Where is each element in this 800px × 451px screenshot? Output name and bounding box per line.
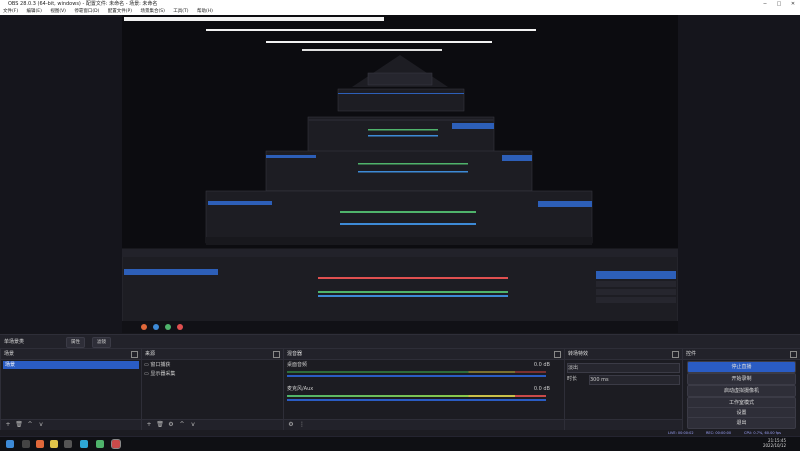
system-clock[interactable]: 21:15:45 2022/10/12 bbox=[763, 438, 786, 448]
taskbar: 21:15:45 2022/10/12 bbox=[0, 436, 800, 451]
float-icon[interactable] bbox=[554, 351, 561, 358]
channel-name: 麦克风/Aux bbox=[287, 386, 314, 392]
scene-item[interactable]: 场景 bbox=[3, 361, 139, 369]
down-icon[interactable]: v bbox=[189, 421, 197, 429]
obs-icon[interactable] bbox=[111, 439, 121, 449]
properties-button[interactable]: 属性 bbox=[66, 337, 85, 348]
close-icon[interactable]: ✕ bbox=[786, 0, 800, 8]
scene-toolbar: 单场景类 属性 滤镜 bbox=[0, 334, 800, 348]
browser-icon[interactable] bbox=[80, 440, 88, 448]
transitions-dock: 转场特效 淡出 时长 300 ms bbox=[564, 348, 683, 432]
transitions-title: 转场特效 bbox=[568, 351, 589, 357]
duration-label: 时长 bbox=[567, 376, 578, 382]
filters-button[interactable]: 滤镜 bbox=[92, 337, 111, 348]
sources-title: 来源 bbox=[145, 351, 156, 357]
audio-meter bbox=[287, 395, 546, 397]
app-icon[interactable] bbox=[64, 440, 72, 448]
windows-start-icon[interactable] bbox=[6, 440, 14, 448]
menu-help[interactable]: 帮助(H) bbox=[197, 9, 213, 14]
float-icon[interactable] bbox=[131, 351, 138, 358]
menu-edit[interactable]: 编辑(E) bbox=[27, 9, 42, 14]
firefox-icon[interactable] bbox=[36, 440, 44, 448]
sources-dock: 来源 ▭ 窗口捕获 ▭ 显示器采集 + 🗑 ⚙ ^ v bbox=[141, 348, 284, 432]
scenes-dock: 场景 场景 + 🗑 ^ v bbox=[0, 348, 142, 432]
remove-icon[interactable]: 🗑 bbox=[156, 421, 164, 429]
menu-bar: 文件(F) 编辑(E) 视图(V) 停靠窗口(D) 配置文件(P) 场景集合(S… bbox=[0, 8, 800, 15]
channel-db: 0.0 dB bbox=[533, 386, 550, 392]
float-icon[interactable] bbox=[672, 351, 679, 358]
preview-canvas[interactable] bbox=[122, 15, 678, 333]
down-icon[interactable]: v bbox=[37, 421, 45, 429]
duration-input[interactable]: 300 ms bbox=[589, 375, 680, 385]
transition-select[interactable]: 淡出 bbox=[567, 363, 680, 373]
scenes-dock-header: 场景 bbox=[1, 349, 141, 360]
controls-dock-header: 控件 bbox=[683, 349, 800, 360]
sources-dock-header: 来源 bbox=[142, 349, 283, 360]
minimize-icon[interactable]: ─ bbox=[758, 0, 772, 8]
search-icon[interactable] bbox=[22, 440, 30, 448]
scenes-title: 场景 bbox=[4, 351, 15, 357]
mixer-title: 混音器 bbox=[287, 351, 303, 357]
volume-slider[interactable] bbox=[287, 399, 546, 401]
more-icon[interactable]: ⋮ bbox=[298, 421, 306, 429]
start-recording-button[interactable]: 开始录制 bbox=[687, 373, 796, 385]
up-icon[interactable]: ^ bbox=[26, 421, 34, 429]
menu-tools[interactable]: 工具(T) bbox=[173, 9, 188, 14]
channel-name: 桌面音频 bbox=[287, 362, 308, 368]
stop-streaming-button[interactable]: 停止直播 bbox=[687, 361, 796, 373]
remove-icon[interactable]: 🗑 bbox=[15, 421, 23, 429]
controls-dock: 控件 停止直播 开始录制 启动虚拟摄像机 工作室模式 设置 退出 bbox=[682, 348, 800, 432]
add-icon[interactable]: + bbox=[4, 421, 12, 429]
gear-icon[interactable]: ⚙ bbox=[167, 421, 175, 429]
mixer-dock: 混音器 桌面音频 0.0 dB 麦克风/Aux 0.0 dB ⚙ ⋮ bbox=[283, 348, 565, 432]
channel-db: 0.0 dB bbox=[533, 362, 550, 368]
menu-view[interactable]: 视图(V) bbox=[50, 9, 66, 14]
folder-icon[interactable] bbox=[50, 440, 58, 448]
clock-date: 2022/10/12 bbox=[762, 443, 786, 448]
float-icon[interactable] bbox=[273, 351, 280, 358]
exit-button[interactable]: 退出 bbox=[687, 417, 796, 429]
volume-slider[interactable] bbox=[287, 375, 546, 377]
menu-scene-collection[interactable]: 场景集合(S) bbox=[140, 9, 164, 14]
source-item[interactable]: ▭ 显示器采集 bbox=[144, 370, 281, 378]
up-icon[interactable]: ^ bbox=[178, 421, 186, 429]
transitions-dock-header: 转场特效 bbox=[565, 349, 682, 360]
menu-file[interactable]: 文件(F) bbox=[3, 9, 18, 14]
mixer-dock-header: 混音器 bbox=[284, 349, 564, 360]
window-title: OBS 28.0.3 (64-bit, windows) - 配置文件: 未命名… bbox=[8, 1, 158, 7]
title-bar: OBS 28.0.3 (64-bit, windows) - 配置文件: 未命名… bbox=[0, 0, 800, 8]
gear-icon[interactable]: ⚙ bbox=[287, 421, 295, 429]
controls-title: 控件 bbox=[686, 351, 697, 357]
add-icon[interactable]: + bbox=[145, 421, 153, 429]
recursive-preview bbox=[122, 15, 678, 333]
maximize-icon[interactable]: □ bbox=[772, 0, 786, 8]
source-item[interactable]: ▭ 窗口捕获 bbox=[144, 361, 281, 369]
virtual-camera-button[interactable]: 启动虚拟摄像机 bbox=[687, 385, 796, 397]
chrome-icon[interactable] bbox=[96, 440, 104, 448]
menu-profile[interactable]: 配置文件(P) bbox=[108, 9, 132, 14]
float-icon[interactable] bbox=[790, 351, 797, 358]
menu-docks[interactable]: 停靠窗口(D) bbox=[74, 9, 99, 14]
audio-meter bbox=[287, 371, 546, 373]
current-scene-label: 单场景类 bbox=[4, 339, 25, 345]
